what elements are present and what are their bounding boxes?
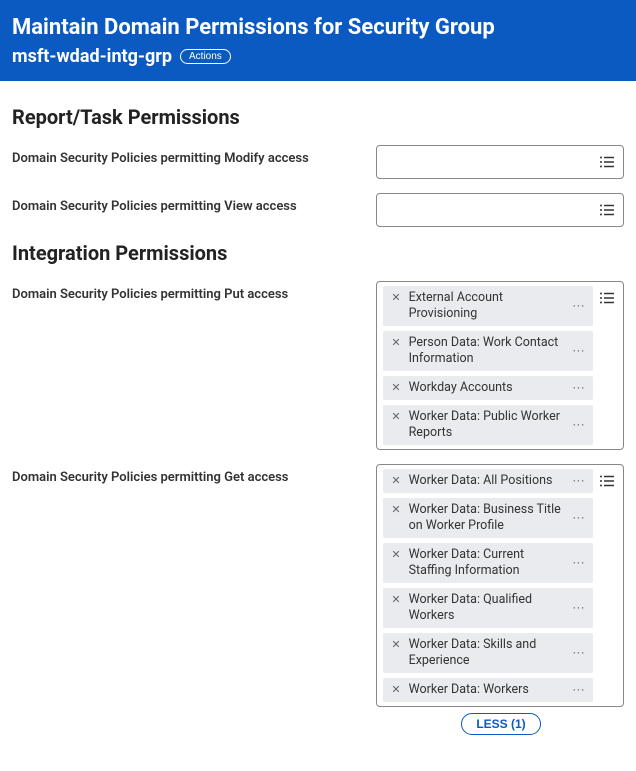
chip-label: Worker Data: Current Staffing Informatio…	[409, 547, 565, 579]
chip-label: Workday Accounts	[409, 380, 565, 396]
chip-label: External Account Provisioning	[409, 290, 565, 322]
remove-chip-icon[interactable]: ✕	[387, 592, 404, 608]
remove-chip-icon[interactable]: ✕	[387, 682, 404, 698]
page-content: Report/Task Permissions Domain Security …	[0, 81, 636, 755]
list-icon[interactable]	[599, 290, 615, 306]
chip-label: Worker Data: Skills and Experience	[409, 637, 565, 669]
chip-more-icon[interactable]: ···	[569, 556, 589, 570]
remove-chip-icon[interactable]: ✕	[387, 409, 404, 425]
section-title-integration: Integration Permissions	[12, 241, 624, 265]
chip-more-icon[interactable]: ···	[569, 646, 589, 660]
get-access-input[interactable]: ✕ Worker Data: All Positions ··· ✕ Worke…	[376, 464, 624, 707]
chip: ✕ Worker Data: Workers ···	[383, 678, 593, 702]
chip: ✕ Worker Data: Business Title on Worker …	[383, 498, 593, 538]
chip-more-icon[interactable]: ···	[569, 381, 589, 395]
chip-label: Worker Data: Qualified Workers	[409, 592, 565, 624]
chip: ✕ Worker Data: All Positions ···	[383, 469, 593, 493]
put-chips: ✕ External Account Provisioning ··· ✕ Pe…	[383, 286, 593, 445]
get-chips: ✕ Worker Data: All Positions ··· ✕ Worke…	[383, 469, 593, 702]
chip-more-icon[interactable]: ···	[569, 683, 589, 697]
less-wrap: LESS (1)	[377, 713, 625, 735]
chip: ✕ Person Data: Work Contact Information …	[383, 331, 593, 371]
chip-label: Worker Data: Workers	[409, 682, 565, 698]
page-subheader: msft-wdad-intg-grp Actions	[12, 46, 624, 67]
field-view-access: Domain Security Policies permitting View…	[12, 193, 624, 227]
chip-label: Person Data: Work Contact Information	[409, 335, 565, 367]
chip: ✕ Workday Accounts ···	[383, 376, 593, 400]
field-label-modify: Domain Security Policies permitting Modi…	[12, 145, 376, 166]
remove-chip-icon[interactable]: ✕	[387, 290, 404, 306]
field-label-put: Domain Security Policies permitting Put …	[12, 281, 376, 302]
section-title-report-task: Report/Task Permissions	[12, 105, 624, 129]
chip: ✕ External Account Provisioning ···	[383, 286, 593, 326]
chip-more-icon[interactable]: ···	[569, 601, 589, 615]
remove-chip-icon[interactable]: ✕	[387, 502, 404, 518]
security-group-name: msft-wdad-intg-grp	[12, 46, 172, 67]
chip-label: Worker Data: Public Worker Reports	[409, 409, 565, 441]
chip-more-icon[interactable]: ···	[569, 418, 589, 432]
list-icon[interactable]	[599, 154, 615, 170]
field-put-access: Domain Security Policies permitting Put …	[12, 281, 624, 450]
modify-access-input[interactable]	[376, 145, 624, 179]
remove-chip-icon[interactable]: ✕	[387, 380, 404, 396]
chip: ✕ Worker Data: Skills and Experience ···	[383, 633, 593, 673]
chip-label: Worker Data: Business Title on Worker Pr…	[409, 502, 565, 534]
chip: ✕ Worker Data: Current Staffing Informat…	[383, 543, 593, 583]
chip: ✕ Worker Data: Qualified Workers ···	[383, 588, 593, 628]
remove-chip-icon[interactable]: ✕	[387, 547, 404, 563]
field-label-view: Domain Security Policies permitting View…	[12, 193, 376, 214]
page-title: Maintain Domain Permissions for Security…	[12, 14, 624, 42]
put-access-input[interactable]: ✕ External Account Provisioning ··· ✕ Pe…	[376, 281, 624, 450]
page-header: Maintain Domain Permissions for Security…	[0, 0, 636, 81]
chip-more-icon[interactable]: ···	[569, 344, 589, 358]
remove-chip-icon[interactable]: ✕	[387, 335, 404, 351]
list-icon[interactable]	[599, 473, 615, 489]
view-access-input[interactable]	[376, 193, 624, 227]
actions-button[interactable]: Actions	[180, 49, 231, 64]
field-label-get: Domain Security Policies permitting Get …	[12, 464, 376, 485]
chip-more-icon[interactable]: ···	[569, 474, 589, 488]
chip-more-icon[interactable]: ···	[569, 299, 589, 313]
chip-label: Worker Data: All Positions	[409, 473, 565, 489]
chip-more-icon[interactable]: ···	[569, 511, 589, 525]
chip: ✕ Worker Data: Public Worker Reports ···	[383, 405, 593, 445]
list-icon[interactable]	[599, 202, 615, 218]
field-modify-access: Domain Security Policies permitting Modi…	[12, 145, 624, 179]
less-button[interactable]: LESS (1)	[461, 713, 540, 735]
remove-chip-icon[interactable]: ✕	[387, 637, 404, 653]
remove-chip-icon[interactable]: ✕	[387, 473, 404, 489]
field-get-access: Domain Security Policies permitting Get …	[12, 464, 624, 707]
